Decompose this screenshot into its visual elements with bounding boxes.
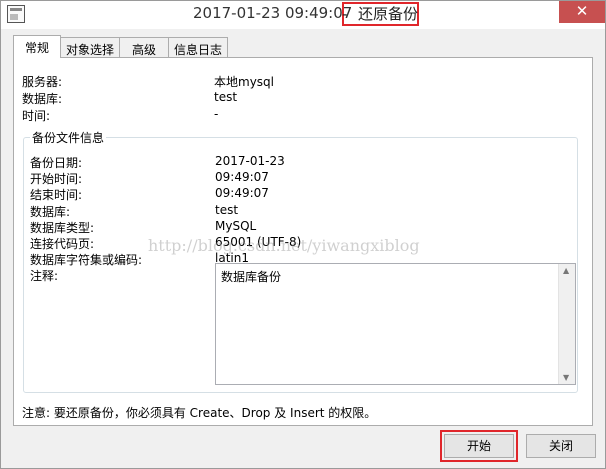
backup-date-label: 备份日期:: [30, 156, 83, 170]
backup-database-label: 数据库:: [30, 205, 71, 219]
end-time-value: 09:49:07: [215, 186, 269, 200]
start-time-value: 09:49:07: [215, 170, 269, 184]
backup-info-title: 备份文件信息: [30, 129, 107, 146]
close-window-button[interactable]: ✕: [559, 1, 605, 23]
database-value: test: [214, 90, 238, 104]
title-dash: -: [342, 5, 348, 23]
tab-info-log[interactable]: 信息日志: [168, 37, 228, 58]
app-icon: [7, 5, 25, 23]
charset-label: 数据库字符集或编码:: [30, 253, 143, 267]
tab-object-selection[interactable]: 对象选择: [60, 37, 120, 58]
notes-label: 注释:: [30, 269, 59, 283]
notes-scrollbar[interactable]: ▲ ▼: [558, 264, 575, 384]
start-time-label: 开始时间:: [30, 172, 83, 186]
start-button[interactable]: 开始: [444, 434, 514, 458]
window-title: 还原备份: [358, 5, 419, 23]
close-button[interactable]: 关闭: [526, 434, 596, 458]
watermark-text: http://blog.csdn.net/yiwangxiblog: [148, 236, 420, 255]
server-value: 本地mysql: [214, 75, 274, 89]
tab-general[interactable]: 常规: [13, 35, 61, 58]
database-type-value: MySQL: [215, 219, 257, 233]
scroll-down-icon[interactable]: ▼: [563, 373, 569, 382]
database-type-label: 数据库类型:: [30, 221, 95, 235]
server-label: 服务器:: [22, 75, 63, 89]
notes-text: 数据库备份: [221, 270, 282, 284]
restore-backup-window: 2017-01-23 09:49:07 - 还原备份 ✕ 常规 对象选择 高级 …: [0, 0, 606, 469]
title-time: 2017-01-23 09:49:07: [193, 4, 353, 22]
permission-warning: 注意: 要还原备份，你必须具有 Create、Drop 及 Insert 的权限…: [22, 406, 377, 420]
end-time-label: 结束时间:: [30, 188, 83, 202]
title-name-highlight: - 还原备份: [342, 2, 419, 26]
database-label: 数据库:: [22, 92, 63, 106]
time-label: 时间:: [22, 109, 51, 123]
tab-advanced[interactable]: 高级: [119, 37, 169, 58]
notes-textarea[interactable]: 数据库备份 ▲ ▼: [215, 263, 576, 385]
backup-date-value: 2017-01-23: [215, 154, 285, 168]
time-value: -: [214, 107, 219, 121]
title-bar: 2017-01-23 09:49:07 - 还原备份 ✕: [1, 1, 605, 29]
codepage-label: 连接代码页:: [30, 237, 95, 251]
scroll-up-icon[interactable]: ▲: [563, 266, 569, 275]
backup-database-value: test: [215, 203, 239, 217]
